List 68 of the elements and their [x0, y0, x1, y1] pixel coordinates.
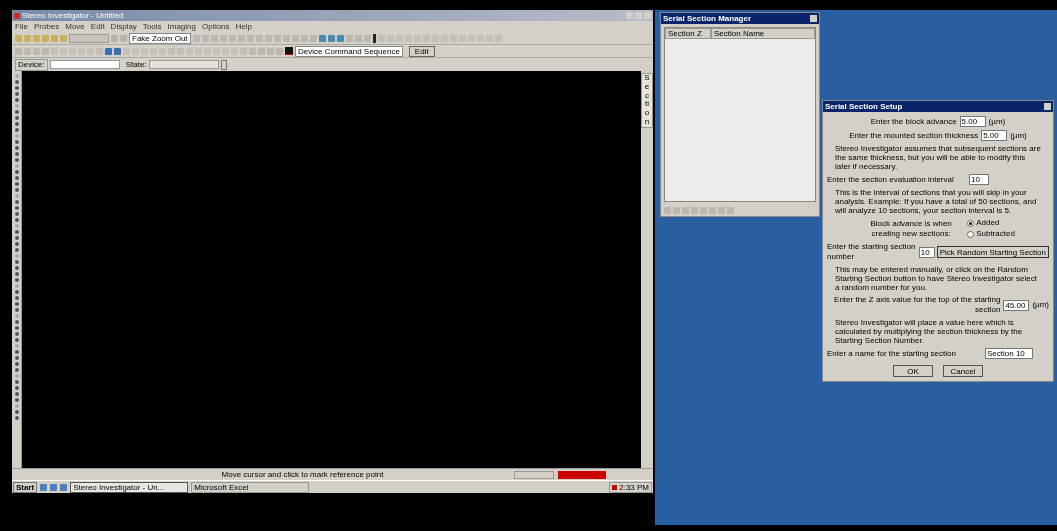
- input-field[interactable]: 10: [969, 174, 989, 185]
- input-field[interactable]: 10: [918, 246, 935, 258]
- minimize-button[interactable]: [626, 12, 633, 19]
- close-button[interactable]: [644, 12, 651, 19]
- close-button[interactable]: [810, 15, 817, 22]
- menu-item[interactable]: Move: [65, 21, 85, 32]
- pick-button[interactable]: Pick Random Starting Section: [936, 246, 1049, 258]
- field-label: Enter the Z axis value for the top of the starting section: [833, 295, 1001, 315]
- field-label: Enter the section evaluation interval: [827, 174, 955, 185]
- close-button[interactable]: [1044, 103, 1051, 110]
- column-header[interactable]: Section Z: [665, 28, 711, 39]
- field-label: Enter the block advance: [870, 116, 957, 127]
- input-field[interactable]: Section 10: [985, 348, 1033, 359]
- start-button[interactable]: Start: [13, 481, 38, 493]
- unit-label: (µm): [1032, 300, 1049, 310]
- help-text: Stereo Investigator will place a value here which is calculated by multiplying the section thickness by the Starting Section Number.: [835, 318, 1024, 345]
- app-icon[interactable]: [14, 12, 20, 19]
- taskbar-button[interactable]: Stereo Investigator - Un...: [70, 481, 189, 493]
- menu-item[interactable]: File: [15, 21, 28, 32]
- field-label: Enter the mounted section thickness: [849, 130, 979, 141]
- maximize-button[interactable]: [635, 12, 642, 19]
- radio-group-label: Block advance is when creating new sections:: [869, 218, 953, 239]
- dialog-button[interactable]: OK: [893, 365, 933, 377]
- input-field[interactable]: 45.00: [1003, 299, 1030, 311]
- radio-button[interactable]: [967, 230, 975, 238]
- state-label: State:: [125, 59, 147, 70]
- field-label: Enter the starting section number: [827, 242, 917, 262]
- menu-item[interactable]: Help: [235, 21, 253, 32]
- status-indicator: [558, 470, 606, 479]
- help-text: This may be entered manually, or click on the Random Starting Section button to have Stereo Investigator select a random number for you.: [835, 265, 1038, 292]
- field-label: Enter a name for the starting section: [827, 348, 957, 359]
- column-header[interactable]: Section Name: [711, 28, 815, 39]
- help-text: Stereo Investigator assumes that subsequent sections are the same thickness, but you will be able to modify this later if necessary.: [835, 144, 1041, 171]
- zoom-dropdown[interactable]: Fake Zoom Out: [129, 32, 191, 44]
- input-field[interactable]: 5.00: [981, 130, 1008, 141]
- status-panel: [514, 470, 554, 479]
- menu-item[interactable]: Display: [110, 21, 137, 32]
- sequence-dropdown[interactable]: Device Command Sequence: [295, 45, 403, 57]
- menu-item[interactable]: Tools: [142, 21, 162, 32]
- tray-icon[interactable]: [612, 484, 618, 490]
- unit-label: (µm): [1010, 130, 1027, 141]
- edit-button[interactable]: Edit: [408, 45, 435, 57]
- taskbar-button[interactable]: Microsoft Excel: [191, 481, 310, 493]
- menu-item[interactable]: Imaging: [167, 21, 196, 32]
- radio-label: Subtracted: [976, 229, 1015, 239]
- slider-icon[interactable]: [372, 33, 376, 43]
- window-title: Stereo Investigator - Untitled: [22, 10, 124, 21]
- help-text: This is the interval of sections that you will skip in your analysis. Example: If you have a total of 50 sections, and will analyze 10 sections, your section interval is 5.: [835, 188, 1038, 215]
- device-label: Device:: [15, 58, 48, 71]
- menu-item[interactable]: Probes: [33, 21, 60, 32]
- section-list[interactable]: Section Z Section Name: [664, 27, 816, 202]
- status-text: Move cursor and click to mark reference point: [220, 469, 385, 480]
- side-tab[interactable]: Section: [641, 73, 653, 128]
- window-title: Serial Section Manager: [663, 13, 753, 24]
- dialog-button[interactable]: Cancel: [943, 365, 983, 377]
- device-dropdown[interactable]: [49, 60, 120, 69]
- monitor-icon[interactable]: [285, 47, 293, 55]
- unit-label: (µm): [988, 116, 1006, 127]
- state-dropdown[interactable]: [148, 60, 219, 69]
- radio-button[interactable]: [967, 219, 975, 227]
- dropdown[interactable]: [69, 33, 109, 43]
- menu-item[interactable]: Options: [202, 21, 230, 32]
- input-field[interactable]: 5.00: [959, 116, 986, 127]
- dialog-title: Serial Section Setup: [825, 101, 904, 112]
- clock: 2:33 PM: [619, 482, 649, 492]
- radio-label: Added: [976, 218, 1000, 228]
- spin-button[interactable]: [220, 59, 227, 70]
- menu-item[interactable]: Edit: [90, 21, 105, 32]
